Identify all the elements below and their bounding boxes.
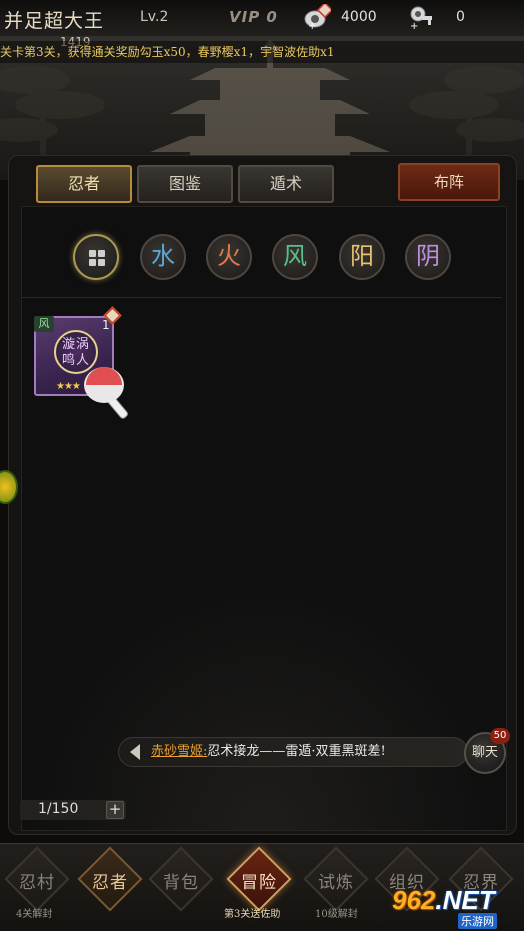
nav-village-sub: 4关解封 [16, 909, 53, 920]
watermark-logo-number: 962 [392, 885, 436, 915]
pine-tree-left [0, 66, 105, 160]
card-stars: ★★★ [56, 381, 81, 392]
filter-fire[interactable]: 火 [206, 234, 252, 280]
nav-bag[interactable]: 背包 [148, 846, 216, 912]
coupon-plus-icon[interactable]: + [303, 4, 331, 30]
nav-trial[interactable]: 试炼 [303, 846, 371, 912]
nav-adventure-sub: 第3关送佐助 [224, 909, 281, 920]
filter-all[interactable] [73, 234, 119, 280]
filter-divider [22, 297, 502, 298]
filter-yang[interactable]: 阳 [339, 234, 385, 280]
tab-jutsu[interactable]: 遁术 [238, 165, 334, 203]
grid-icon [89, 250, 105, 266]
site-watermark-logo: 962.NET 乐游网 [388, 883, 522, 929]
nav-label: 试炼 [318, 873, 354, 893]
nav-label: 忍村 [19, 873, 55, 893]
chat-unread-badge: 50 [490, 728, 510, 744]
card-element-badge: 风 [34, 316, 54, 332]
nav-adventure[interactable]: 冒险 [226, 846, 294, 912]
watermark-logo-text: 962.NET [392, 885, 495, 916]
top-status-bar: 并足超大王 Lv.2 VIP 0 + 4000 + 0 [0, 0, 524, 36]
nav-trial-sub: 10级解封 [315, 909, 358, 920]
filter-yin[interactable]: 阴 [405, 234, 451, 280]
expand-capacity-button[interactable]: + [106, 801, 124, 819]
coupon-value: 4000 [341, 9, 377, 25]
announcement-text: ，获得通关奖励勾玉x50，春野樱x1，宇智波佐助x1 [55, 45, 335, 59]
chat-message: 忍术接龙——雷遁·双重黑斑差! [207, 744, 386, 759]
pine-tree-right [409, 66, 524, 160]
watermark-logo-suffix: .NET [435, 885, 495, 915]
capacity-text: 1/150 [38, 801, 79, 817]
world-chat-bar[interactable]: 赤砂雪姬:忍术接龙——雷遁·双重黑斑差! [118, 737, 468, 767]
filter-wind[interactable]: 风 [272, 234, 318, 280]
key-value: 0 [456, 9, 465, 25]
chevron-left-icon[interactable] [126, 742, 144, 762]
svg-text:+: + [308, 21, 316, 30]
tab-handbook[interactable]: 图鉴 [137, 165, 233, 203]
nav-label: 冒险 [241, 873, 277, 893]
panel-glow [22, 570, 506, 830]
tab-ninja[interactable]: 忍者 [36, 165, 132, 203]
announcement-lead: 关卡第3关 [0, 45, 56, 59]
watermark-subtitle: 乐游网 [458, 913, 497, 929]
nav-label: 忍者 [92, 873, 128, 893]
svg-text:+: + [410, 21, 418, 30]
system-announcement-marquee: 关卡第3关，获得通关奖励勾玉x50，春野樱x1，宇智波佐助x1 [0, 41, 524, 63]
nav-label: 背包 [163, 873, 199, 893]
nav-ninja[interactable]: 忍者 [77, 846, 145, 912]
player-name[interactable]: 并足超大王 [4, 6, 104, 33]
chat-sender[interactable]: 赤砂雪姬: [151, 744, 207, 759]
deploy-button[interactable]: 布阵 [398, 163, 500, 201]
key-plus-icon[interactable]: + [408, 4, 436, 30]
player-level: Lv.2 [140, 9, 169, 25]
vip-badge[interactable]: VIP 0 [229, 8, 278, 26]
uchiha-fan-icon [84, 367, 128, 419]
filter-water[interactable]: 水 [140, 234, 186, 280]
nav-village[interactable]: 忍村 [4, 846, 72, 912]
